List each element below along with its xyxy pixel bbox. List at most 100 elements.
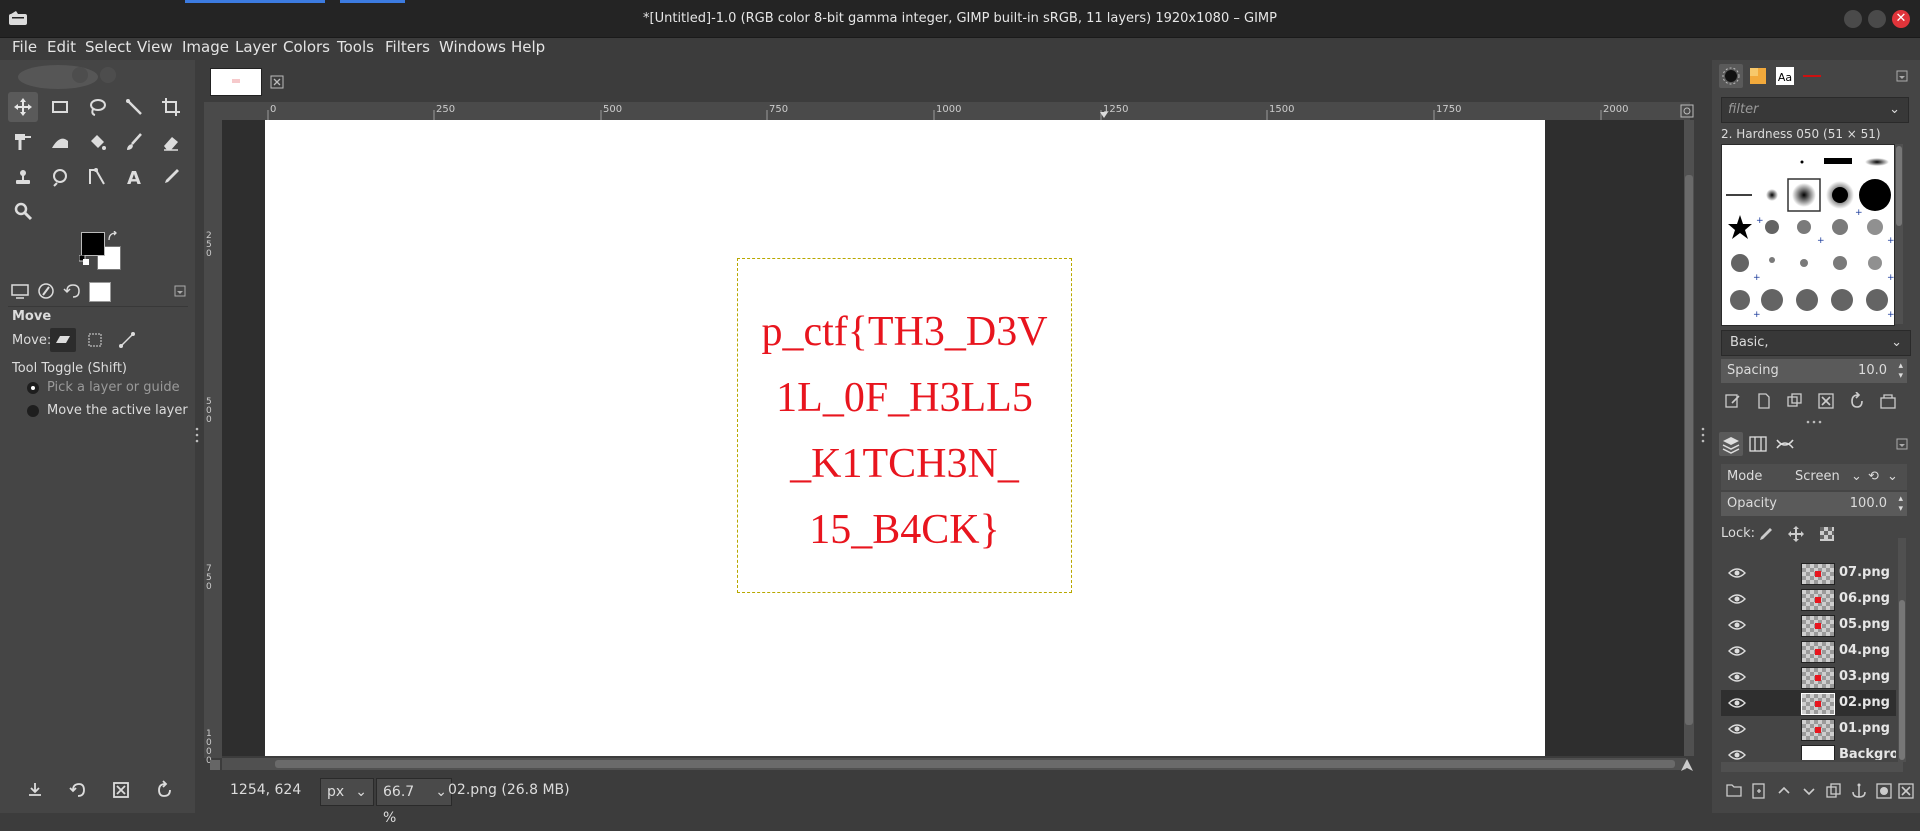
radio-move-layer[interactable] xyxy=(27,405,39,417)
brush-grid[interactable]: + + + + + + + + xyxy=(1721,144,1895,326)
delete-brush-icon[interactable] xyxy=(1817,392,1835,410)
layers-horizontal-scrollbar[interactable] xyxy=(1721,762,1903,772)
patterns-tab-icon[interactable] xyxy=(1746,64,1770,88)
new-brush-icon[interactable] xyxy=(1755,392,1773,410)
paintbrush-icon[interactable] xyxy=(119,127,149,157)
layer-name[interactable]: 01.png xyxy=(1839,716,1890,742)
spin-arrows-icon[interactable]: ▴ ▾ xyxy=(1898,492,1903,514)
visibility-eye-icon[interactable] xyxy=(1728,696,1746,710)
foreground-color-swatch[interactable] xyxy=(81,232,105,256)
menu-select[interactable]: Select xyxy=(85,36,131,58)
raise-layer-icon[interactable] xyxy=(1774,781,1794,801)
transform-icon[interactable] xyxy=(8,127,38,157)
menu-view[interactable]: View xyxy=(137,36,173,58)
configure-tab-icon[interactable] xyxy=(174,285,186,297)
visibility-eye-icon[interactable] xyxy=(1728,644,1746,658)
brush-filter-input[interactable]: filter ⌄ xyxy=(1721,97,1909,123)
layers-tab-icon[interactable] xyxy=(1719,432,1743,456)
add-mask-icon[interactable] xyxy=(1874,781,1894,801)
lasso-icon[interactable] xyxy=(82,92,112,122)
layer-name[interactable]: 07.png xyxy=(1839,560,1890,586)
configure-tab-icon[interactable] xyxy=(1896,438,1908,450)
anchor-layer-icon[interactable] xyxy=(1849,781,1869,801)
open-brush-as-image-icon[interactable] xyxy=(1879,392,1897,410)
refresh-brushes-icon[interactable] xyxy=(1848,392,1866,410)
lock-pixels-icon[interactable] xyxy=(1756,525,1774,543)
layer-row[interactable]: 03.png xyxy=(1721,664,1896,690)
move-tool-icon[interactable] xyxy=(8,92,38,122)
layer-row[interactable]: 06.png xyxy=(1721,586,1896,612)
visibility-eye-icon[interactable] xyxy=(1728,670,1746,684)
restore-tool-preset-icon[interactable] xyxy=(68,780,88,800)
save-tool-preset-icon[interactable] xyxy=(25,780,45,800)
eraser-icon[interactable] xyxy=(156,127,186,157)
menu-help[interactable]: Help xyxy=(511,36,545,58)
close-button[interactable]: ✕ xyxy=(1892,10,1910,28)
layer-row[interactable]: 05.png xyxy=(1721,612,1896,638)
layer-mode-select[interactable]: Mode Screen ⌄ ⟲ ⌄ xyxy=(1721,464,1907,490)
brushes-tab-icon[interactable] xyxy=(1719,64,1743,88)
image-tab-thumbnail[interactable] xyxy=(210,68,262,96)
panel-resize-grip[interactable] xyxy=(195,425,199,445)
duplicate-layer-icon[interactable] xyxy=(1824,781,1844,801)
move-path-mode-button[interactable] xyxy=(114,328,140,352)
menu-layer[interactable]: Layer xyxy=(235,36,277,58)
menu-edit[interactable]: Edit xyxy=(47,36,76,58)
visibility-eye-icon[interactable] xyxy=(1728,618,1746,632)
unit-select[interactable]: px ⌄ xyxy=(320,778,374,806)
layer-row[interactable]: 01.png xyxy=(1721,716,1896,742)
layer-name[interactable]: 03.png xyxy=(1839,664,1890,690)
zoom-to-fit-icon[interactable] xyxy=(1680,104,1694,118)
layer-name[interactable]: 04.png xyxy=(1839,638,1890,664)
dock-separator-grip[interactable] xyxy=(1804,420,1824,424)
move-layer-mode-button[interactable] xyxy=(50,328,76,352)
tool-options-tab-icon[interactable] xyxy=(10,282,30,300)
close-image-tab-icon[interactable] xyxy=(270,75,284,89)
spin-arrows-icon[interactable]: ▴ ▾ xyxy=(1898,359,1903,381)
layer-name[interactable]: 06.png xyxy=(1839,586,1890,612)
zoom-icon[interactable] xyxy=(8,196,38,226)
new-layer-icon[interactable] xyxy=(1749,781,1769,801)
active-layer-boundary[interactable]: p_ctf{TH3_D3V 1L_0F_H3LL5 _K1TCH3N_ 15_B… xyxy=(737,258,1072,593)
crop-icon[interactable] xyxy=(156,92,186,122)
brush-preset-select[interactable]: Basic, ⌄ xyxy=(1721,330,1911,356)
images-tab-icon[interactable] xyxy=(89,282,111,302)
vertical-scroll-thumb[interactable] xyxy=(1685,175,1693,725)
switch-mode-group-icon[interactable]: ⟲ xyxy=(1868,464,1879,490)
maximize-button[interactable] xyxy=(1868,10,1886,28)
brush-grid-scrollbar[interactable] xyxy=(1895,144,1903,324)
menu-windows[interactable]: Windows xyxy=(439,36,506,58)
visibility-eye-icon[interactable] xyxy=(1728,722,1746,736)
duplicate-brush-icon[interactable] xyxy=(1786,392,1804,410)
visibility-eye-icon[interactable] xyxy=(1728,566,1746,580)
zoom-corner-toggle[interactable] xyxy=(210,760,220,770)
color-picker-icon[interactable] xyxy=(156,162,186,192)
menu-colors[interactable]: Colors xyxy=(283,36,330,58)
navigate-image-icon[interactable] xyxy=(1680,758,1694,772)
gradients-tab-icon[interactable] xyxy=(1800,64,1824,88)
layer-row[interactable]: 07.png xyxy=(1721,560,1896,586)
clone-stamp-icon[interactable] xyxy=(8,162,38,192)
delete-tool-preset-icon[interactable] xyxy=(111,780,131,800)
device-status-tab-icon[interactable] xyxy=(36,282,56,300)
layer-row[interactable]: Backgrou xyxy=(1721,742,1896,760)
lower-layer-icon[interactable] xyxy=(1799,781,1819,801)
smudge-icon[interactable] xyxy=(45,162,75,192)
layer-name[interactable]: 02.png xyxy=(1839,690,1890,716)
delete-layer-icon[interactable] xyxy=(1896,781,1916,801)
lock-alpha-icon[interactable] xyxy=(1818,525,1836,543)
undo-history-tab-icon[interactable] xyxy=(62,282,82,300)
minimize-button[interactable] xyxy=(1844,10,1862,28)
layer-opacity-field[interactable]: Opacity 100.0 ▴ ▾ xyxy=(1721,492,1907,516)
brush-spacing-field[interactable]: Spacing 10.0 ▴ ▾ xyxy=(1721,359,1907,383)
dock-resize-grip[interactable] xyxy=(1701,425,1705,445)
new-layer-group-icon[interactable] xyxy=(1724,781,1744,801)
visibility-eye-icon[interactable] xyxy=(1728,748,1746,760)
warp-icon[interactable] xyxy=(45,127,75,157)
horizontal-scroll-thumb[interactable] xyxy=(275,760,1675,768)
zoom-select[interactable]: 66.7 % ⌄ xyxy=(376,778,452,826)
lock-position-icon[interactable] xyxy=(1787,525,1805,543)
menu-file[interactable]: File xyxy=(12,36,37,58)
visibility-eye-icon[interactable] xyxy=(1728,592,1746,606)
layer-row[interactable]: 04.png xyxy=(1721,638,1896,664)
